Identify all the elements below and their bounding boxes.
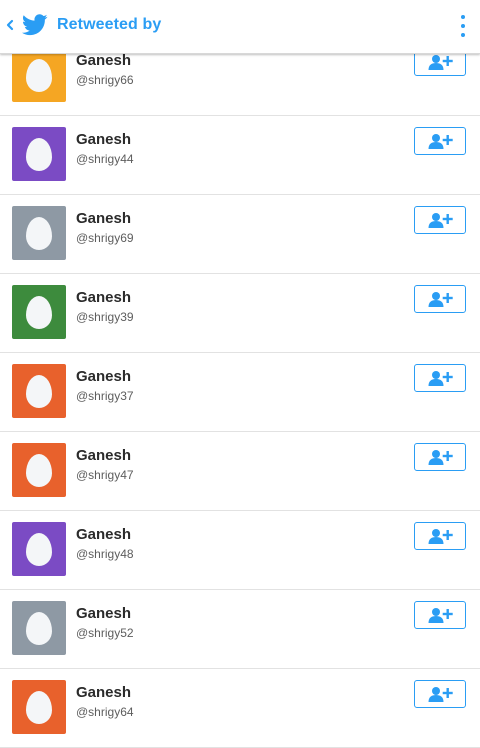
egg-avatar-icon xyxy=(26,138,52,171)
user-handle: @shrigy44 xyxy=(76,152,134,166)
egg-avatar-icon xyxy=(26,375,52,408)
user-row[interactable]: Ganesh @shrigy69 xyxy=(0,195,480,274)
follow-button[interactable] xyxy=(414,522,466,550)
user-handle: @shrigy69 xyxy=(76,231,134,245)
user-row[interactable]: Ganesh @shrigy52 xyxy=(0,590,480,669)
egg-avatar-icon xyxy=(26,454,52,487)
add-user-icon xyxy=(428,213,453,228)
overflow-menu-icon[interactable] xyxy=(452,12,474,40)
page-title: Retweeted by xyxy=(57,16,162,33)
avatar[interactable] xyxy=(12,601,66,655)
follow-button[interactable] xyxy=(414,285,466,313)
user-row[interactable]: Ganesh @shrigy37 xyxy=(0,353,480,432)
egg-avatar-icon xyxy=(26,691,52,724)
user-row[interactable]: Ganesh @shrigy48 xyxy=(0,511,480,590)
avatar[interactable] xyxy=(12,443,66,497)
add-user-icon xyxy=(428,371,453,386)
follow-button[interactable] xyxy=(414,601,466,629)
user-row[interactable]: Ganesh @shrigy44 xyxy=(0,116,480,195)
user-name[interactable]: Ganesh xyxy=(76,684,131,701)
user-name[interactable]: Ganesh xyxy=(76,210,131,227)
user-handle: @shrigy48 xyxy=(76,547,134,561)
user-handle: @shrigy39 xyxy=(76,310,134,324)
add-user-icon xyxy=(428,687,453,702)
add-user-icon xyxy=(428,608,453,623)
user-handle: @shrigy37 xyxy=(76,389,134,403)
user-name[interactable]: Ganesh xyxy=(76,52,131,69)
add-user-icon xyxy=(428,529,453,544)
user-handle: @shrigy66 xyxy=(76,73,134,87)
back-chevron-icon[interactable] xyxy=(3,14,17,36)
follow-button[interactable] xyxy=(414,127,466,155)
egg-avatar-icon xyxy=(26,533,52,566)
egg-avatar-icon xyxy=(26,59,52,92)
avatar[interactable] xyxy=(12,48,66,102)
follow-button[interactable] xyxy=(414,443,466,471)
user-name[interactable]: Ganesh xyxy=(76,368,131,385)
user-name[interactable]: Ganesh xyxy=(76,289,131,306)
egg-avatar-icon xyxy=(26,296,52,329)
user-row[interactable]: Ganesh @shrigy39 xyxy=(0,274,480,353)
follow-button[interactable] xyxy=(414,206,466,234)
egg-avatar-icon xyxy=(26,612,52,645)
user-name[interactable]: Ganesh xyxy=(76,526,131,543)
avatar[interactable] xyxy=(12,206,66,260)
add-user-icon xyxy=(428,134,453,149)
avatar[interactable] xyxy=(12,680,66,734)
user-handle: @shrigy64 xyxy=(76,705,134,719)
user-name[interactable]: Ganesh xyxy=(76,131,131,148)
top-app-bar: Retweeted by xyxy=(0,0,480,54)
user-row[interactable]: Ganesh @shrigy47 xyxy=(0,432,480,511)
avatar[interactable] xyxy=(12,364,66,418)
follow-button[interactable] xyxy=(414,680,466,708)
user-handle: @shrigy47 xyxy=(76,468,134,482)
add-user-icon xyxy=(428,292,453,307)
user-handle: @shrigy52 xyxy=(76,626,134,640)
user-name[interactable]: Ganesh xyxy=(76,605,131,622)
avatar[interactable] xyxy=(12,127,66,181)
avatar[interactable] xyxy=(12,522,66,576)
add-user-icon xyxy=(428,450,453,465)
follow-button[interactable] xyxy=(414,364,466,392)
user-name[interactable]: Ganesh xyxy=(76,447,131,464)
twitter-bird-icon[interactable] xyxy=(22,13,48,37)
egg-avatar-icon xyxy=(26,217,52,250)
add-user-icon xyxy=(428,55,453,70)
avatar[interactable] xyxy=(12,285,66,339)
user-row[interactable]: Ganesh @shrigy64 xyxy=(0,669,480,748)
